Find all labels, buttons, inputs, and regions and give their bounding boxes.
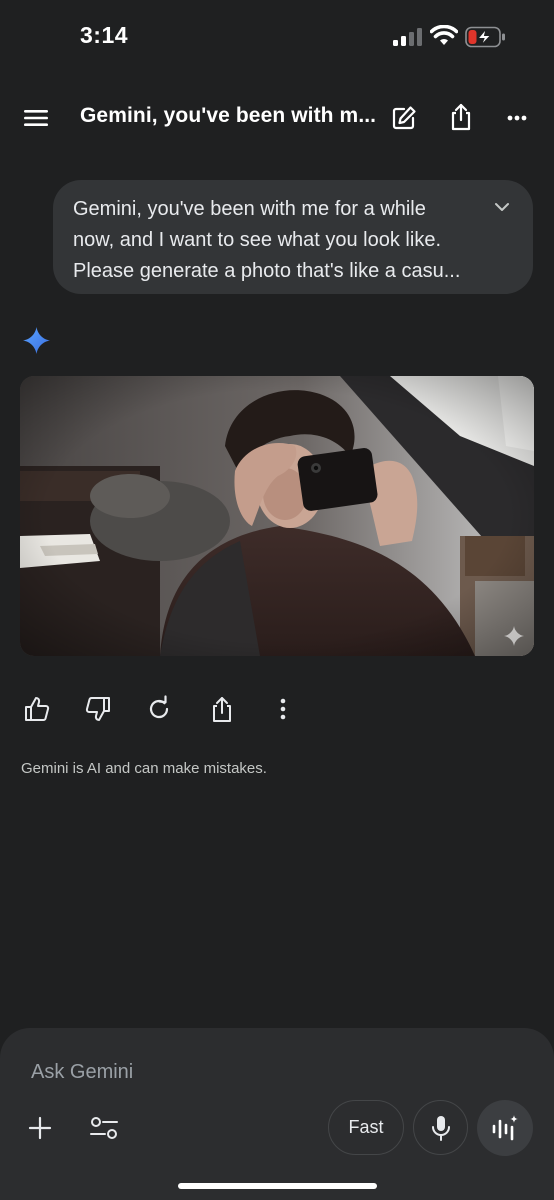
composer-panel [0, 1028, 554, 1200]
user-message-line: Please generate a photo that's like a ca… [73, 260, 461, 282]
battery-charging-icon [465, 26, 505, 48]
share-icon[interactable] [447, 102, 475, 132]
home-indicator [178, 1183, 377, 1189]
user-message-line: now, and I want to see what you look lik… [73, 229, 441, 251]
edit-icon[interactable] [390, 104, 418, 132]
more-vertical-icon[interactable] [268, 694, 298, 724]
live-icon [492, 1115, 518, 1141]
thumbs-down-icon[interactable] [83, 694, 113, 724]
chevron-down-icon[interactable] [489, 194, 515, 220]
more-horizontal-icon[interactable] [503, 104, 531, 132]
ai-disclaimer: Gemini is AI and can make mistakes. [21, 760, 267, 777]
model-mode-label: Fast [348, 1117, 384, 1137]
conversation-title: Gemini, you've been with m... [80, 104, 377, 127]
mic-icon [431, 1115, 450, 1141]
share-icon[interactable] [207, 694, 237, 724]
thumbs-up-icon[interactable] [22, 694, 52, 724]
microphone-button[interactable] [413, 1100, 468, 1155]
ai-watermark-sparkle-icon [504, 626, 524, 646]
model-mode-button[interactable]: Fast [328, 1100, 404, 1155]
live-voice-button[interactable] [477, 1100, 533, 1156]
plus-icon[interactable] [26, 1114, 54, 1142]
menu-icon[interactable] [22, 104, 52, 132]
regenerate-icon[interactable] [144, 694, 174, 724]
generated-photo-illustration [20, 376, 534, 656]
status-time: 3:14 [80, 22, 129, 48]
cellular-signal-icon [393, 28, 422, 46]
user-message-line: Gemini, you've been with me for a while [73, 198, 426, 220]
user-message-bubble: Gemini, you've been with me for a while … [53, 180, 533, 294]
generated-image[interactable] [20, 376, 534, 656]
wifi-icon [430, 25, 458, 45]
tools-icon[interactable] [88, 1114, 120, 1142]
prompt-input[interactable] [31, 1058, 331, 1086]
gemini-sparkle-icon [23, 327, 50, 354]
